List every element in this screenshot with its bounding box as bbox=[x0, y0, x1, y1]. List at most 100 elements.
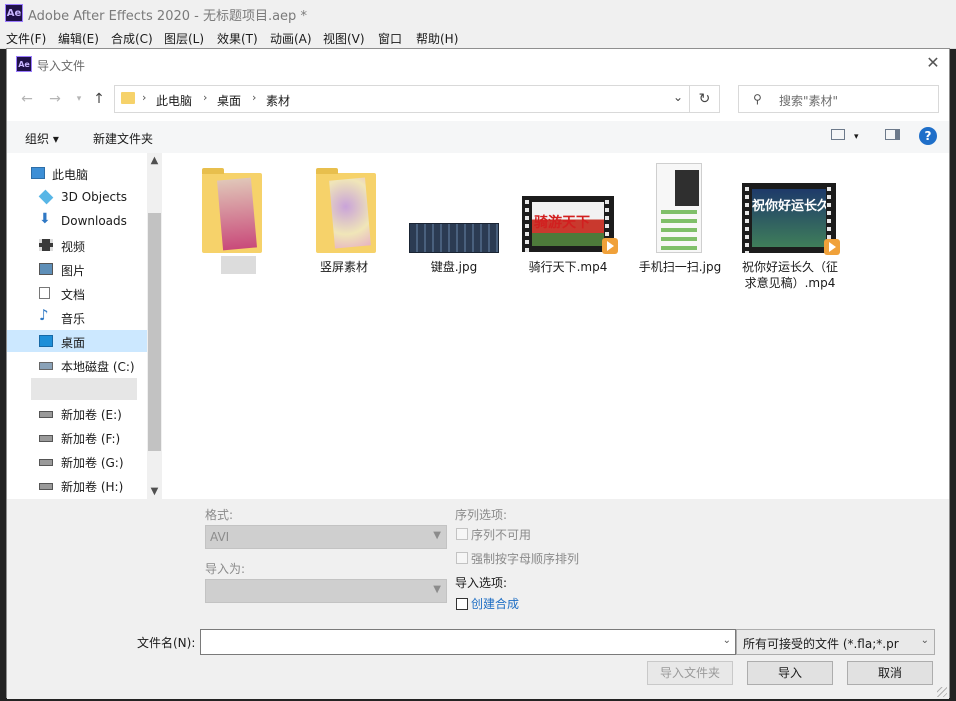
import-folder-button[interactable]: 导入文件夹 bbox=[647, 661, 733, 685]
back-arrow-icon[interactable]: ← bbox=[17, 89, 37, 109]
sidebar-item-this-pc[interactable]: 此电脑 bbox=[7, 162, 147, 184]
app-title: Adobe After Effects 2020 - 无标题项目.aep * bbox=[28, 9, 307, 24]
sidebar-item-label: 新加卷 (F:) bbox=[61, 432, 121, 446]
preview-pane-icon[interactable] bbox=[885, 129, 900, 140]
file-item-riding-mp4[interactable]: 骑游天下 骑行天下.mp4 bbox=[518, 153, 618, 283]
chevron-down-icon[interactable]: ⌄ bbox=[673, 90, 683, 104]
drive-icon bbox=[39, 459, 53, 466]
menu-composition[interactable]: 合成(C) bbox=[111, 30, 153, 47]
sidebar-item-drive-f[interactable]: 新加卷 (F:) bbox=[7, 426, 147, 448]
sequence-checkbox[interactable] bbox=[456, 528, 468, 540]
refresh-icon[interactable]: ↻ bbox=[690, 85, 720, 113]
file-item-scan-jpg[interactable]: 手机扫一扫.jpg bbox=[630, 153, 730, 283]
file-list: 竖屏素材 键盘.jpg 骑游天下 骑行天下.mp4 手机扫一扫.jpg 祝你好运… bbox=[162, 153, 949, 499]
file-type-select[interactable]: 所有可接受的文件 (*.fla;*.pr ⌄ bbox=[736, 629, 935, 655]
chevron-down-icon: ▼ bbox=[433, 584, 441, 595]
import-button[interactable]: 导入 bbox=[747, 661, 833, 685]
recent-dropdown-icon[interactable]: ▾ bbox=[69, 89, 89, 109]
chevron-down-icon[interactable]: ▾ bbox=[854, 132, 859, 142]
sidebar-item-label: 新加卷 (H:) bbox=[61, 480, 124, 494]
computer-icon bbox=[31, 167, 45, 179]
import-options-label: 导入选项: bbox=[455, 576, 508, 590]
file-item-keyboard-jpg[interactable]: 键盘.jpg bbox=[404, 153, 504, 283]
sidebar-item-label: 新加卷 (G:) bbox=[61, 456, 124, 470]
sidebar-item-videos[interactable]: 视频 bbox=[7, 234, 147, 256]
address-bar[interactable]: › 此电脑 › 桌面 › 素材 ⌄ bbox=[114, 85, 690, 113]
sequence-unavailable-label: 序列不可用 bbox=[471, 528, 532, 542]
sidebar-item-desktop[interactable]: 桌面 bbox=[7, 330, 147, 352]
chevron-down-icon[interactable]: ⌄ bbox=[723, 635, 731, 646]
menu-file[interactable]: 文件(F) bbox=[6, 30, 46, 47]
sidebar-item-downloads[interactable]: ⬇ Downloads bbox=[7, 210, 147, 232]
force-alphabetical-checkbox[interactable] bbox=[456, 552, 468, 564]
app-menubar: 文件(F) 编辑(E) 合成(C) 图层(L) 效果(T) 动画(A) 视图(V… bbox=[0, 26, 956, 49]
chevron-up-icon[interactable]: ▲ bbox=[147, 155, 162, 166]
sidebar-item-label: 桌面 bbox=[61, 336, 86, 350]
import-as-label: 导入为: bbox=[205, 562, 246, 576]
file-name: 竖屏素材 bbox=[319, 260, 368, 274]
breadcrumb-this-pc[interactable]: 此电脑 bbox=[156, 92, 192, 109]
menu-help[interactable]: 帮助(H) bbox=[416, 30, 458, 47]
filename-label: 文件名(N): bbox=[137, 636, 196, 650]
breadcrumb-material[interactable]: 素材 bbox=[266, 92, 290, 109]
file-item-good-luck-mp4[interactable]: 祝你好运长久 祝你好运长久（征求意见稿）.mp4 bbox=[740, 153, 840, 313]
video-icon bbox=[39, 239, 53, 251]
file-item-folder-redacted[interactable] bbox=[182, 153, 282, 283]
format-select[interactable]: AVI ▼ bbox=[205, 525, 447, 549]
menu-layer[interactable]: 图层(L) bbox=[164, 30, 204, 47]
cube-icon bbox=[38, 189, 54, 205]
resize-grip-icon[interactable] bbox=[937, 687, 947, 697]
menu-effect[interactable]: 效果(T) bbox=[217, 30, 258, 47]
sidebar-item-music[interactable]: ♪ 音乐 bbox=[7, 306, 147, 328]
sidebar-item-label: 此电脑 bbox=[52, 168, 89, 182]
forward-arrow-icon[interactable]: → bbox=[45, 89, 65, 109]
new-folder-button[interactable]: 新建文件夹 bbox=[93, 130, 153, 147]
sidebar-item-label: 视频 bbox=[61, 240, 86, 254]
ae-logo-icon: Ae bbox=[5, 4, 23, 22]
help-icon[interactable]: ? bbox=[919, 127, 937, 145]
sidebar-item-documents[interactable]: 文档 bbox=[7, 282, 147, 304]
create-composition-checkbox[interactable] bbox=[456, 598, 468, 610]
file-name: 手机扫一扫.jpg bbox=[638, 260, 722, 274]
close-icon[interactable]: ✕ bbox=[923, 53, 943, 73]
menu-animation[interactable]: 动画(A) bbox=[270, 30, 312, 47]
sidebar-item-drive-e[interactable]: 新加卷 (E:) bbox=[7, 402, 147, 424]
video-thumbnail: 祝你好运长久 bbox=[742, 183, 840, 255]
sidebar-item-redacted[interactable] bbox=[31, 378, 137, 400]
chevron-down-icon[interactable]: ▼ bbox=[147, 486, 162, 497]
import-as-select[interactable]: ▼ bbox=[205, 579, 447, 603]
sidebar-item-pictures[interactable]: 图片 bbox=[7, 258, 147, 280]
sidebar-scrollbar[interactable]: ▲ ▼ bbox=[147, 153, 162, 499]
sidebar-item-drive-h[interactable]: 新加卷 (H:) bbox=[7, 474, 147, 496]
menu-view[interactable]: 视图(V) bbox=[323, 30, 365, 47]
sidebar-item-drive-g[interactable]: 新加卷 (G:) bbox=[7, 450, 147, 472]
sidebar-item-3d-objects[interactable]: 3D Objects bbox=[7, 186, 147, 208]
filename-input[interactable]: ⌄ bbox=[200, 629, 736, 655]
sidebar-item-local-disk-c[interactable]: 本地磁盘 (C:) bbox=[7, 354, 147, 376]
import-options-panel: 格式: AVI ▼ 导入为: ▼ 序列选项: 序列不可用 强制按字母顺序排列 导… bbox=[7, 499, 949, 699]
menu-edit[interactable]: 编辑(E) bbox=[58, 30, 99, 47]
sidebar-item-label: 图片 bbox=[61, 264, 86, 278]
redacted-label bbox=[221, 256, 256, 274]
organize-button[interactable]: 组织 ▾ bbox=[25, 130, 59, 147]
ae-logo-icon: Ae bbox=[16, 56, 32, 72]
search-icon: ⚲ bbox=[753, 92, 762, 106]
sidebar-item-label: 新加卷 (E:) bbox=[61, 408, 122, 422]
breadcrumb-separator-icon: › bbox=[252, 91, 257, 104]
image-thumbnail bbox=[329, 177, 371, 249]
breadcrumb-separator-icon: › bbox=[142, 91, 147, 104]
scrollbar-thumb[interactable] bbox=[148, 213, 161, 451]
file-item-folder-vertical[interactable]: 竖屏素材 bbox=[294, 153, 394, 283]
breadcrumb-desktop[interactable]: 桌面 bbox=[217, 92, 241, 109]
drive-icon bbox=[39, 483, 53, 490]
chevron-down-icon: ▼ bbox=[433, 530, 441, 541]
search-box[interactable]: ⚲ 搜索"素材" bbox=[738, 85, 939, 113]
navigation-row: ← → ▾ ↑ › 此电脑 › 桌面 › 素材 ⌄ ↻ ⚲ 搜索"素材" bbox=[7, 79, 949, 119]
search-input[interactable]: 搜索"素材" bbox=[779, 92, 838, 109]
create-composition-label[interactable]: 创建合成 bbox=[471, 595, 519, 612]
phone-screenshot-thumbnail bbox=[656, 163, 702, 253]
view-mode-icon[interactable] bbox=[831, 129, 845, 140]
menu-window[interactable]: 窗口 bbox=[378, 30, 402, 47]
up-arrow-icon[interactable]: ↑ bbox=[89, 89, 109, 109]
cancel-button[interactable]: 取消 bbox=[847, 661, 933, 685]
